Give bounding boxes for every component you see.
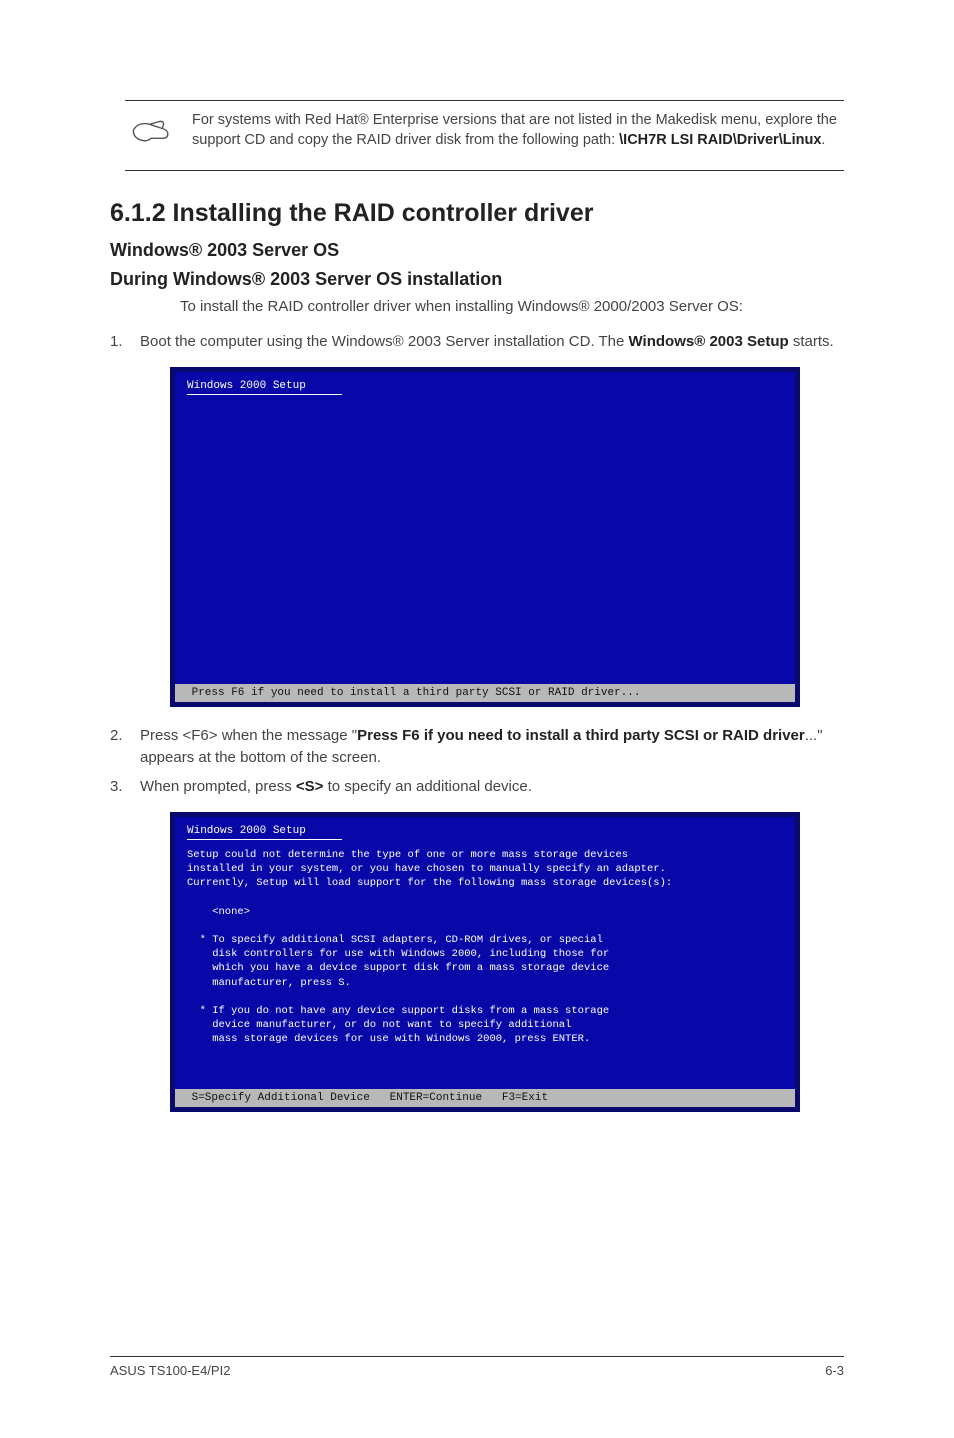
footer-product: ASUS TS100-E4/PI2 — [110, 1363, 230, 1378]
screenshot1-title: Windows 2000 Setup — [187, 380, 783, 392]
page-footer: ASUS TS100-E4/PI2 6-3 — [110, 1356, 844, 1378]
screenshot2-statusbar: S=Specify Additional Device ENTER=Contin… — [175, 1089, 795, 1107]
step-1: Boot the computer using the Windows® 200… — [110, 331, 844, 353]
note-text: For systems with Red Hat® Enterprise ver… — [192, 111, 839, 156]
intro-paragraph: To install the RAID controller driver wh… — [180, 296, 844, 317]
hand-pointing-icon — [130, 111, 172, 156]
screenshot2-title: Windows 2000 Setup — [187, 825, 783, 837]
screenshot1-statusbar: Press F6 if you need to install a third … — [175, 684, 795, 702]
screenshot-windows-setup-specify: Windows 2000 Setup Setup could not deter… — [170, 812, 800, 1112]
section-heading: 6.1.2 Installing the RAID controller dri… — [110, 199, 844, 228]
install-context-heading: During Windows® 2003 Server OS installat… — [110, 269, 844, 290]
screenshot2-body: Setup could not determine the type of on… — [187, 848, 783, 1046]
title-underline-2 — [187, 839, 342, 840]
step-list-cont: Press <F6> when the message "Press F6 if… — [110, 725, 844, 798]
subheading: Windows® 2003 Server OS — [110, 240, 844, 261]
title-underline — [187, 394, 342, 395]
note-callout: For systems with Red Hat® Enterprise ver… — [125, 100, 844, 171]
step-list: Boot the computer using the Windows® 200… — [110, 331, 844, 353]
step-3: When prompted, press <S> to specify an a… — [110, 776, 844, 798]
step-2: Press <F6> when the message "Press F6 if… — [110, 725, 844, 769]
screenshot-windows-setup-blank: Windows 2000 Setup Press F6 if you need … — [170, 367, 800, 707]
footer-page-number: 6-3 — [825, 1363, 844, 1378]
